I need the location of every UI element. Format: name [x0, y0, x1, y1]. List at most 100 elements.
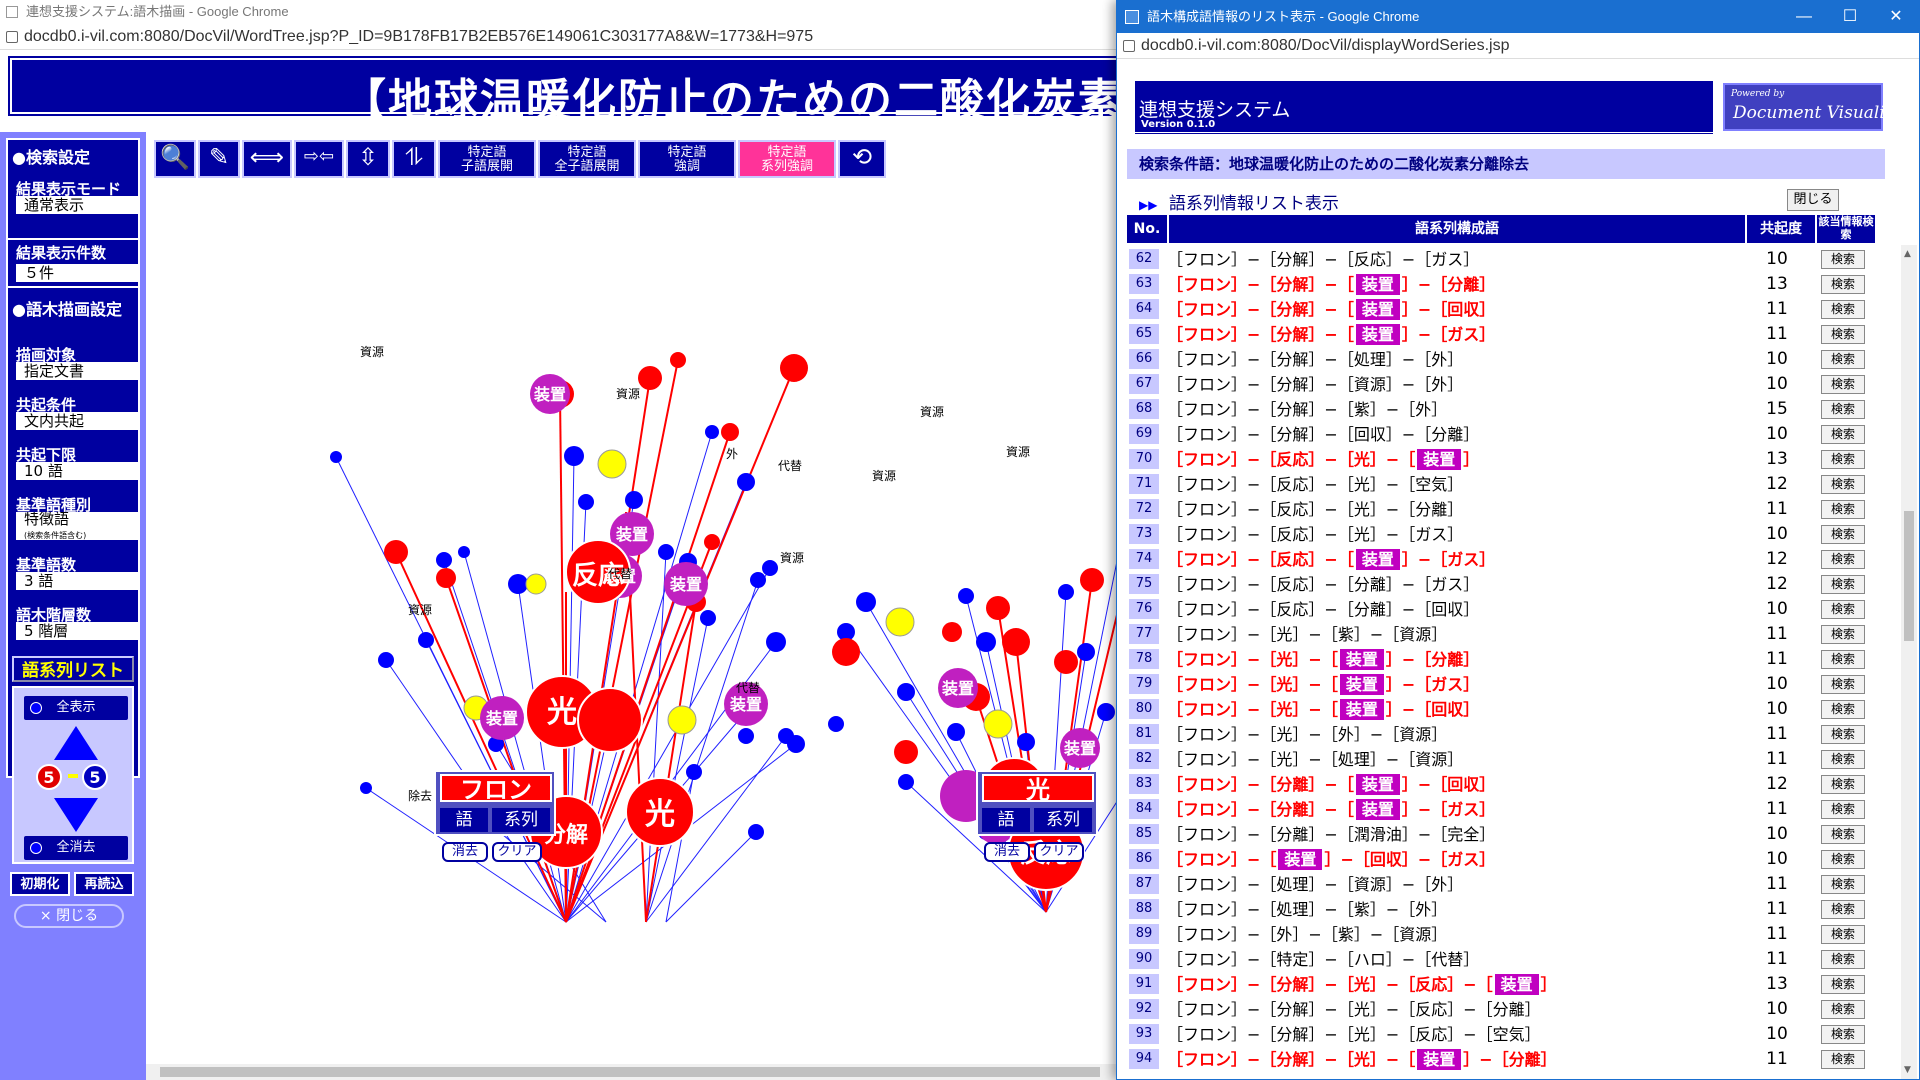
row-terms: ［フロン］−［特定］−［ハロ］−［代替］ [1167, 947, 1747, 972]
root-series-button[interactable]: 系列 [1034, 808, 1092, 832]
row-search-button[interactable]: 検索 [1821, 475, 1865, 494]
terms-text: ［フロン］−［反応］−［光］−［空気］ [1167, 475, 1464, 494]
base-count-select[interactable]: 3 語 [16, 572, 138, 590]
row-search-button[interactable]: 検索 [1821, 650, 1865, 669]
row-search-button[interactable]: 検索 [1821, 575, 1865, 594]
row-search-button[interactable]: 検索 [1821, 550, 1865, 569]
pen-icon[interactable]: ✎ [198, 140, 240, 178]
row-search-button[interactable]: 検索 [1821, 325, 1865, 344]
root-erase-button[interactable]: 消去 [442, 842, 488, 862]
row-search-button[interactable]: 検索 [1821, 500, 1865, 519]
scroll-thumb[interactable] [160, 1067, 1100, 1077]
root-clear-button[interactable]: クリア [1034, 842, 1084, 862]
row-search-button[interactable]: 検索 [1821, 725, 1865, 744]
popup-address-bar[interactable]: docdb0.i-vil.com:8080/DocVil/displayWord… [1117, 33, 1919, 59]
base-type-select[interactable]: 特徴語 (検索条件語含む) [16, 512, 138, 540]
tree-depth-select[interactable]: 5 階層 [16, 622, 138, 640]
maximize-icon[interactable]: ☐ [1827, 1, 1873, 33]
row-search-button[interactable]: 検索 [1821, 1050, 1865, 1069]
scroll-up-icon[interactable]: ▲ [1904, 249, 1911, 259]
narrow-horizontal-icon[interactable]: ⇨⇦ [294, 140, 344, 178]
root-word-label[interactable]: 光 [982, 774, 1094, 804]
draw-target-select[interactable]: 指定文書 [16, 362, 138, 380]
root-clear-button[interactable]: クリア [492, 842, 542, 862]
row-cooccurrence: 11 [1766, 799, 1788, 819]
node-label: 代替 [778, 459, 802, 473]
expand-child-words-button[interactable]: 特定語 子語展開 [438, 140, 536, 178]
level-up-icon[interactable] [54, 726, 98, 760]
row-search-button[interactable]: 検索 [1821, 275, 1865, 294]
root-word-label[interactable]: フロン [440, 774, 552, 804]
row-search-button[interactable]: 検索 [1821, 300, 1865, 319]
row-search-button[interactable]: 検索 [1821, 450, 1865, 469]
word-tree-graph[interactable]: 装置 分解 光 光 反応 反応 装置 装置 装置 装置 装置 装置 装置 装置 … [146, 132, 1146, 1072]
row-terms: ［フロン］−［分解］−［光］−［反応］−［ 装置 ］ [1167, 972, 1747, 997]
row-search-button[interactable]: 検索 [1821, 675, 1865, 694]
init-button[interactable]: 初期化 [10, 872, 70, 896]
root-erase-button[interactable]: 消去 [984, 842, 1030, 862]
canvas-horizontal-scrollbar[interactable] [146, 1064, 1116, 1080]
row-search-button[interactable]: 検索 [1821, 900, 1865, 919]
expand-all-child-words-button[interactable]: 特定語 全子語展開 [538, 140, 636, 178]
row-search-button[interactable]: 検索 [1821, 950, 1865, 969]
row-search-button[interactable]: 検索 [1821, 875, 1865, 894]
row-search-button[interactable]: 検索 [1821, 400, 1865, 419]
row-search-button[interactable]: 検索 [1821, 250, 1865, 269]
scroll-thumb[interactable] [1904, 511, 1914, 641]
terms-text: ［フロン］−［光］−［紫］−［資源］ [1167, 625, 1448, 644]
root-word-button[interactable]: 語 [440, 808, 488, 832]
result-mode-select[interactable]: 通常表示 [16, 196, 138, 214]
show-all-button[interactable]: 全表示 [24, 696, 128, 720]
emphasize-word-button[interactable]: 特定語 強調 [638, 140, 736, 178]
hide-all-button[interactable]: 全消去 [24, 836, 128, 860]
page-info-icon[interactable] [1123, 40, 1135, 52]
widen-horizontal-icon[interactable]: ⟺ [242, 140, 292, 178]
word-series-list-button[interactable]: 語系列リスト [12, 656, 134, 682]
row-search-button[interactable]: 検索 [1821, 825, 1865, 844]
table-row: 85 ［フロン］−［分離］−［潤滑油］−［完全］ 10 検索 [1127, 822, 1875, 847]
close-window-icon[interactable]: ✕ [1873, 1, 1919, 33]
row-search-button[interactable]: 検索 [1821, 800, 1865, 819]
cooccur-min-select[interactable]: 10 語 [16, 462, 138, 480]
row-search-button[interactable]: 検索 [1821, 625, 1865, 644]
result-count-select[interactable]: ５件 [16, 264, 138, 282]
word-tree-canvas[interactable]: 装置 分解 光 光 反応 反応 装置 装置 装置 装置 装置 装置 装置 装置 … [146, 132, 1146, 1072]
row-search-button[interactable]: 検索 [1821, 375, 1865, 394]
main-url[interactable]: docdb0.i-vil.com:8080/DocVil/WordTree.js… [24, 28, 813, 45]
page-info-icon[interactable] [6, 31, 18, 43]
row-search-button[interactable]: 検索 [1821, 350, 1865, 369]
terms-text: ［フロン］−［光］−［ [1167, 675, 1338, 694]
cooccur-cond-select[interactable]: 文内共起 [16, 412, 138, 430]
row-search-button[interactable]: 検索 [1821, 750, 1865, 769]
emphasize-series-button[interactable]: 特定語 系列強調 [738, 140, 836, 178]
zoom-icon[interactable]: 🔍 [154, 140, 196, 178]
row-search-button[interactable]: 検索 [1821, 1025, 1865, 1044]
popup-url[interactable]: docdb0.i-vil.com:8080/DocVil/displayWord… [1141, 37, 1509, 54]
row-terms: ［フロン］−［分離］−［ 装置 ］−［ガス］ [1167, 797, 1747, 822]
refresh-icon[interactable]: ⟲ [838, 140, 886, 178]
terms-tail: ］−［ガス］ [1401, 800, 1496, 819]
row-search-button[interactable]: 検索 [1821, 925, 1865, 944]
list-vertical-scrollbar[interactable]: ▲ ▼ [1901, 245, 1917, 1079]
row-search-button[interactable]: 検索 [1821, 425, 1865, 444]
widen-vertical-icon[interactable]: ⇳ [346, 140, 390, 178]
level-down-icon[interactable] [54, 798, 98, 832]
root-word-button[interactable]: 語 [982, 808, 1030, 832]
row-search-button[interactable]: 検索 [1821, 775, 1865, 794]
reload-button[interactable]: 再読込 [74, 872, 134, 896]
row-search-button[interactable]: 検索 [1821, 850, 1865, 869]
scroll-down-icon[interactable]: ▼ [1904, 1065, 1911, 1075]
close-tree-button[interactable]: × 閉じる [14, 904, 124, 928]
row-search-button[interactable]: 検索 [1821, 525, 1865, 544]
minimize-icon[interactable]: — [1781, 1, 1827, 33]
level-range-separator [68, 774, 78, 778]
row-search-button[interactable]: 検索 [1821, 1000, 1865, 1019]
row-search-button[interactable]: 検索 [1821, 600, 1865, 619]
root-series-button[interactable]: 系列 [492, 808, 550, 832]
row-search-button[interactable]: 検索 [1821, 975, 1865, 994]
close-list-button[interactable]: 閉じる [1787, 189, 1839, 211]
tree-settings-heading: ●語木描画設定 [12, 300, 122, 319]
row-search-button[interactable]: 検索 [1821, 700, 1865, 719]
narrow-vertical-icon[interactable]: ⥮ [392, 140, 436, 178]
row-cooccurrence: 10 [1766, 674, 1788, 694]
